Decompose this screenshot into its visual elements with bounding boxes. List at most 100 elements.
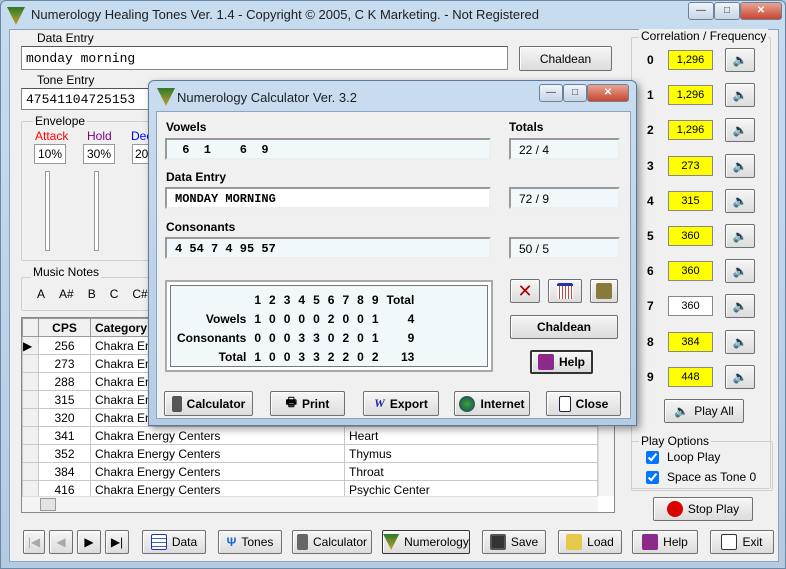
- clipboard-button[interactable]: [590, 279, 618, 303]
- play-tone-button[interactable]: 🔈: [725, 329, 755, 354]
- data-entry-input[interactable]: [21, 46, 508, 70]
- dialog-help-button[interactable]: Help: [530, 350, 593, 374]
- note-c[interactable]: C: [110, 287, 119, 301]
- loop-play-checkbox[interactable]: [646, 450, 659, 464]
- frequency-value: 273: [668, 155, 713, 176]
- dialog-title: Numerology Calculator Ver. 3.2: [177, 90, 357, 105]
- digit-label: 1: [647, 88, 654, 103]
- dialog-close-text-button[interactable]: Close: [546, 391, 621, 416]
- grid-row: Consonants 0 0 0 3 3 0 2 0 1 9: [173, 328, 418, 347]
- clipboard-icon: [596, 283, 612, 299]
- table-row[interactable]: 384 Chakra Energy Centers Throat: [22, 462, 598, 481]
- dialog-chaldean-button[interactable]: Chaldean: [510, 315, 618, 339]
- play-tone-button[interactable]: 🔈: [725, 188, 755, 213]
- tones-button[interactable]: Ψ Tones: [218, 530, 282, 554]
- play-tone-button[interactable]: 🔈: [725, 259, 755, 284]
- save-label: Save: [510, 535, 539, 549]
- prev-record-button[interactable]: ◀: [49, 530, 73, 554]
- table-row[interactable]: 341 Chakra Energy Centers Heart: [22, 426, 598, 445]
- export-button[interactable]: W Export: [363, 391, 439, 416]
- space-tone-checkbox[interactable]: [646, 470, 659, 484]
- numerology-button[interactable]: Numerology: [382, 530, 470, 554]
- category-cell: Chakra Energy Centers: [90, 426, 345, 445]
- play-all-button[interactable]: 🔈 Play All: [664, 399, 744, 423]
- calculator-button[interactable]: Calculator: [292, 530, 372, 554]
- last-record-button[interactable]: ▶|: [105, 530, 129, 554]
- frequency-value: 360: [668, 226, 713, 246]
- close-button[interactable]: ✕: [740, 2, 782, 20]
- loop-play-option[interactable]: Loop Play: [646, 450, 720, 464]
- horizontal-scrollbar[interactable]: [22, 496, 598, 512]
- help-button[interactable]: Help: [632, 530, 698, 554]
- scroll-thumb[interactable]: [40, 498, 56, 511]
- row-indicator[interactable]: [22, 462, 39, 481]
- grid-cell: 13: [400, 349, 415, 364]
- grid-cell: 0: [298, 311, 306, 326]
- row-indicator[interactable]: [22, 426, 39, 445]
- cps-cell: 352: [38, 444, 91, 463]
- space-tone-option[interactable]: Space as Tone 0: [646, 470, 756, 484]
- load-button[interactable]: Load: [558, 530, 622, 554]
- numerology-icon: [383, 534, 400, 550]
- stop-play-label: Stop Play: [687, 502, 740, 516]
- grid-cell: 0: [327, 330, 335, 345]
- note-a-sharp[interactable]: A#: [59, 287, 74, 301]
- play-tone-button[interactable]: 🔈: [725, 153, 755, 178]
- maximize-button[interactable]: □: [714, 2, 740, 20]
- row-indicator[interactable]: ▶: [22, 336, 39, 355]
- print-button[interactable]: 🖶 Print: [270, 391, 345, 416]
- consonants-field: 4 54 7 4 95 57: [165, 237, 491, 259]
- save-button[interactable]: Save: [482, 530, 546, 554]
- grid-cell: 2: [342, 349, 350, 364]
- dialog-data-entry-field[interactable]: MONDAY MORNING: [165, 187, 491, 209]
- dialog-calculator-button[interactable]: Calculator: [164, 391, 253, 416]
- dialog-minimize-button[interactable]: —: [539, 84, 563, 102]
- stop-play-button[interactable]: Stop Play: [653, 497, 753, 521]
- tuning-fork-icon: Ψ: [226, 535, 237, 549]
- exit-button[interactable]: Exit: [710, 530, 774, 554]
- minimize-button[interactable]: —: [688, 2, 714, 20]
- row-indicator[interactable]: [22, 444, 39, 463]
- play-tone-button[interactable]: 🔈: [725, 83, 755, 108]
- row-indicator[interactable]: [22, 390, 39, 409]
- hold-value[interactable]: 30%: [83, 144, 115, 164]
- exit-label: Exit: [742, 535, 763, 549]
- row-indicator[interactable]: [22, 408, 39, 427]
- grid-cell: 0: [357, 349, 364, 364]
- hold-slider[interactable]: [94, 171, 99, 251]
- chaldean-button[interactable]: Chaldean: [519, 46, 612, 71]
- first-record-button[interactable]: |◀: [23, 530, 45, 554]
- dialog-close-button[interactable]: ✕: [587, 84, 629, 102]
- next-record-button[interactable]: ▶: [77, 530, 101, 554]
- note-a[interactable]: A: [37, 287, 45, 301]
- digit-label: 2: [647, 123, 654, 138]
- category-cell: Chakra Energy Centers: [90, 462, 345, 481]
- description-cell: Thymus: [344, 444, 598, 463]
- row-indicator[interactable]: [22, 372, 39, 391]
- grid-cell: 0: [283, 311, 291, 326]
- play-tone-button[interactable]: 🔈: [725, 294, 755, 319]
- calendar-button[interactable]: [548, 279, 582, 303]
- attack-value[interactable]: 10%: [34, 144, 66, 164]
- vowels-field: 6 1 6 9: [165, 138, 491, 160]
- grid-cell: 3: [298, 330, 306, 345]
- grid-cell: 0: [313, 311, 320, 326]
- frequency-value: 1,296: [668, 120, 713, 141]
- data-button[interactable]: Data: [142, 530, 206, 554]
- row-indicator[interactable]: [22, 354, 39, 373]
- play-tone-button[interactable]: 🔈: [725, 48, 755, 72]
- dialog-maximize-button[interactable]: □: [563, 84, 587, 102]
- table-row[interactable]: 352 Chakra Energy Centers Thymus: [22, 444, 598, 463]
- internet-button[interactable]: Internet: [454, 391, 530, 416]
- play-tone-button[interactable]: 🔈: [725, 224, 755, 248]
- clear-button[interactable]: ✕: [510, 279, 540, 303]
- note-b[interactable]: B: [88, 287, 96, 301]
- play-tone-button[interactable]: 🔈: [725, 364, 755, 389]
- col-cps[interactable]: CPS: [38, 318, 91, 337]
- note-c-sharp[interactable]: C#: [132, 287, 147, 301]
- tone-entry-input[interactable]: [21, 88, 161, 110]
- digit-label: 0: [647, 53, 654, 67]
- play-tone-button[interactable]: 🔈: [725, 118, 755, 143]
- exit-door-icon: [721, 534, 738, 550]
- attack-slider[interactable]: [45, 171, 50, 251]
